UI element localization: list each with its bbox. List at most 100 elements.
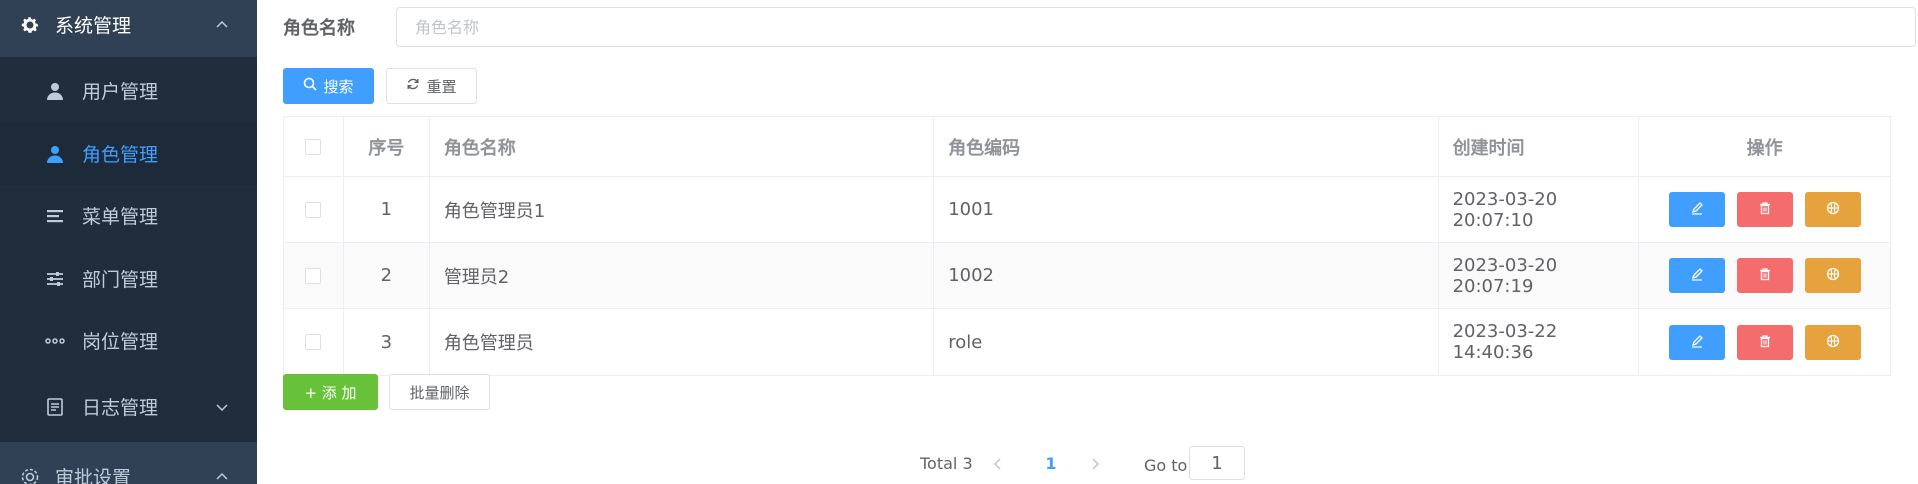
sidebar-item-user-management[interactable]: 用户管理 xyxy=(0,59,257,122)
main-content: 角色名称 搜索 重置 序号 角色名称 角色编码 创建时间 xyxy=(257,0,1918,484)
basketball-icon xyxy=(1826,332,1840,353)
role-name-cell: 角色管理员1 xyxy=(430,177,935,242)
edit-icon xyxy=(1690,199,1704,220)
table-row: 1 角色管理员1 1001 2023-03-20 20:07:10 xyxy=(284,177,1890,243)
delete-button[interactable] xyxy=(1736,192,1793,227)
sidebar-item-position-management[interactable]: 岗位管理 xyxy=(0,309,257,372)
sidebar-item-label: 岗位管理 xyxy=(82,331,159,353)
page-number-current[interactable]: 1 xyxy=(1041,454,1061,473)
column-header: 序号 xyxy=(344,117,430,176)
column-header: 角色编码 xyxy=(934,117,1439,176)
gear-icon xyxy=(19,466,41,484)
column-header: 操作 xyxy=(1746,137,1783,159)
sliders-icon xyxy=(44,268,66,290)
goto-label: Go to xyxy=(1144,456,1188,475)
column-header: 角色名称 xyxy=(430,117,935,176)
table-header-row: 序号 角色名称 角色编码 创建时间 操作 xyxy=(284,117,1890,177)
add-button[interactable]: + 添 加 xyxy=(283,374,378,410)
edit-button[interactable] xyxy=(1668,192,1725,227)
permission-button[interactable] xyxy=(1804,324,1861,360)
trash-icon xyxy=(1758,199,1772,220)
reset-button[interactable]: 重置 xyxy=(386,68,477,104)
role-code-cell: 1001 xyxy=(934,177,1439,242)
refresh-icon xyxy=(406,77,420,95)
role-name-cell: 角色管理员 xyxy=(430,309,935,375)
sidebar-menu-system-label: 系统管理 xyxy=(55,15,132,37)
index-cell: 2 xyxy=(344,243,430,308)
sidebar-menu-approval[interactable]: 审批设置 xyxy=(0,445,257,484)
trash-icon xyxy=(1758,332,1772,353)
sidebar-item-label: 角色管理 xyxy=(82,144,159,166)
edit-button[interactable] xyxy=(1668,324,1725,360)
role-name-search-input[interactable] xyxy=(396,7,1916,47)
document-icon xyxy=(44,396,66,418)
basketball-icon xyxy=(1826,199,1840,220)
edit-icon xyxy=(1690,265,1704,286)
role-code-cell: 1002 xyxy=(934,243,1439,308)
role-name-cell: 管理员2 xyxy=(430,243,935,308)
search-icon xyxy=(303,77,318,95)
sidebar-item-role-management[interactable]: 角色管理 xyxy=(0,122,257,185)
created-time-cell: 2023-03-20 20:07:10 xyxy=(1439,177,1640,242)
sidebar-item-label: 用户管理 xyxy=(82,81,159,103)
index-cell: 1 xyxy=(344,177,430,242)
row-select-cell xyxy=(284,243,344,308)
sidebar-item-department-management[interactable]: 部门管理 xyxy=(0,247,257,310)
chevron-down-icon xyxy=(215,400,229,414)
search-button-label: 搜索 xyxy=(323,77,354,96)
operations-cell xyxy=(1639,243,1890,308)
user-icon xyxy=(44,143,66,165)
pagination-total: Total 3 xyxy=(920,454,973,473)
index-cell: 3 xyxy=(344,309,430,375)
chevron-up-icon xyxy=(215,470,229,484)
sidebar-item-label: 部门管理 xyxy=(82,269,159,291)
sidebar-item-log-management[interactable]: 日志管理 xyxy=(0,375,257,438)
more-dots-icon xyxy=(44,330,66,352)
search-form: 角色名称 xyxy=(283,7,1918,47)
row-select-cell xyxy=(284,177,344,242)
search-button[interactable]: 搜索 xyxy=(283,68,374,104)
row-checkbox[interactable] xyxy=(305,267,322,284)
column-header: 创建时间 xyxy=(1439,117,1640,176)
sidebar-menu-approval-label: 审批设置 xyxy=(55,467,132,484)
created-time-cell: 2023-03-20 20:07:19 xyxy=(1439,243,1640,308)
delete-button[interactable] xyxy=(1736,324,1793,360)
trash-icon xyxy=(1758,265,1772,286)
next-page-button[interactable] xyxy=(1088,456,1102,475)
role-code-cell: role xyxy=(934,309,1439,375)
role-table: 序号 角色名称 角色编码 创建时间 操作 1 角色管理员1 1001 2023-… xyxy=(283,116,1891,376)
created-time-cell: 2023-03-22 14:40:36 xyxy=(1439,309,1640,375)
batch-delete-button[interactable]: 批量删除 xyxy=(389,374,490,410)
basketball-icon xyxy=(1826,265,1840,286)
permission-button[interactable] xyxy=(1804,192,1861,227)
goto-page-input[interactable] xyxy=(1189,446,1245,480)
user-icon xyxy=(44,80,66,102)
menu-icon xyxy=(44,205,66,227)
sidebar-item-label: 菜单管理 xyxy=(82,206,159,228)
pagination: Total 3 1 Go to xyxy=(257,446,1918,482)
chevron-right-icon xyxy=(1092,458,1100,470)
operations-cell xyxy=(1639,177,1890,242)
gear-icon xyxy=(19,14,41,36)
chevron-up-icon xyxy=(215,18,229,32)
sidebar-item-menu-management[interactable]: 菜单管理 xyxy=(0,184,257,247)
delete-button[interactable] xyxy=(1736,258,1793,293)
table-row: 2 管理员2 1002 2023-03-20 20:07:19 xyxy=(284,243,1890,309)
row-checkbox[interactable] xyxy=(305,334,322,350)
edit-button[interactable] xyxy=(1668,258,1725,293)
operations-cell xyxy=(1639,309,1890,375)
reset-button-label: 重置 xyxy=(426,77,457,96)
permission-button[interactable] xyxy=(1804,258,1861,293)
sidebar-menu-system[interactable]: 系统管理 xyxy=(0,0,257,56)
prev-page-button[interactable] xyxy=(991,456,1005,475)
select-all-checkbox[interactable] xyxy=(305,138,322,155)
edit-icon xyxy=(1690,332,1704,353)
header-select-cell xyxy=(284,117,344,176)
row-select-cell xyxy=(284,309,344,375)
chevron-left-icon xyxy=(993,458,1001,470)
sidebar: 系统管理 用户管理 角色管理 菜单管理 部门管理 岗位管理 日志管理 审批设置 xyxy=(0,0,257,484)
role-name-label: 角色名称 xyxy=(283,18,355,39)
sidebar-item-label: 日志管理 xyxy=(82,397,159,419)
row-checkbox[interactable] xyxy=(305,201,322,218)
table-row: 3 角色管理员 role 2023-03-22 14:40:36 xyxy=(284,309,1890,375)
